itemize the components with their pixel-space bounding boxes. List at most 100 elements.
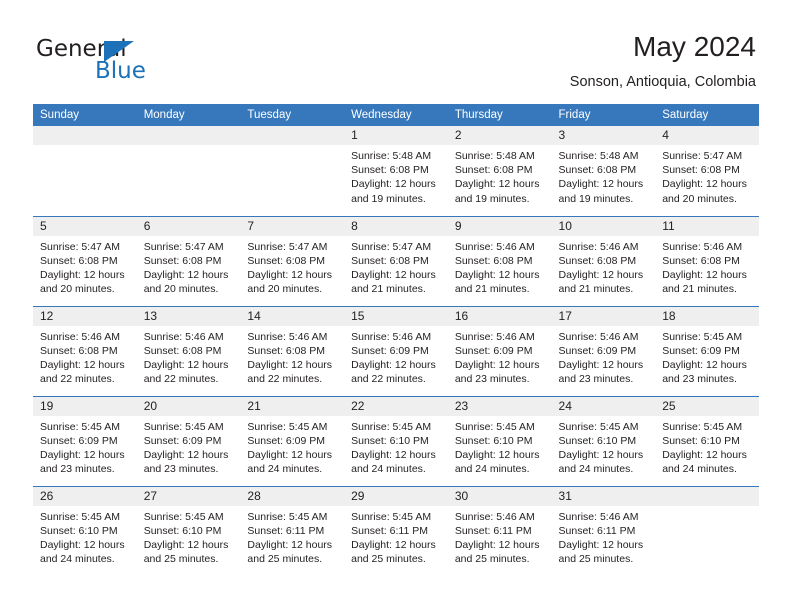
daylight-duration: Daylight: 12 hours: [143, 448, 229, 461]
weekday-header-monday: Monday: [136, 104, 241, 126]
calendar-day-cell[interactable]: 14 Sunrise: 5:46 AM Sunset: 6:08 PM Dayligh…: [240, 305, 345, 396]
daylight-duration-cont: and 24 minutes.: [351, 463, 426, 476]
daylight-duration-cont: and 21 minutes.: [454, 283, 530, 296]
daylight-duration: Daylight: 12 hours: [143, 538, 229, 551]
daylight-duration-cont: and 19 minutes.: [558, 192, 634, 205]
calendar-day-cell[interactable]: 9 Sunrise: 5:46 AM Sunset: 6:08 PM Daylight…: [447, 215, 552, 306]
day-number: 30: [447, 486, 552, 506]
calendar-day-cell[interactable]: 19 Sunrise: 5:45 AM Sunset: 6:09 PM Dayligh…: [33, 395, 137, 486]
sunrise-time: Sunrise: 5:45 AM: [247, 510, 328, 523]
calendar-day-cell[interactable]: 8 Sunrise: 5:47 AM Sunset: 6:08 PM Daylight…: [344, 215, 448, 306]
calendar-day-cell[interactable]: 22 Sunrise: 5:45 AM Sunset: 6:10 PM Dayligh…: [344, 395, 448, 486]
daylight-duration: Daylight: 12 hours: [558, 268, 644, 281]
calendar-week-row: 19 Sunrise: 5:45 AM Sunset: 6:09 PM Dayligh…: [33, 395, 759, 486]
general-blue-logo[interactable]: General Blue: [36, 36, 166, 86]
day-sun-info: Sunrise: 5:45 AM Sunset: 6:11 PM Daylight:…: [240, 506, 344, 567]
day-sun-info: Sunrise: 5:46 AM Sunset: 6:08 PM Daylight:…: [137, 326, 241, 387]
day-number: 23: [447, 396, 552, 416]
calendar-day-cell[interactable]: 24 Sunrise: 5:45 AM Sunset: 6:10 PM Dayligh…: [551, 395, 656, 486]
calendar-day-cell[interactable]: 11 Sunrise: 5:46 AM Sunset: 6:08 PM Dayligh…: [655, 215, 759, 306]
daylight-duration: Daylight: 12 hours: [351, 358, 436, 371]
calendar-day-cell[interactable]: 5 Sunrise: 5:47 AM Sunset: 6:08 PM Daylight…: [33, 215, 137, 306]
sunset-time: Sunset: 6:11 PM: [247, 524, 325, 537]
day-number: 20: [136, 396, 241, 416]
calendar-day-cell-empty: [240, 126, 345, 216]
location-subtitle: Sonson, Antioquia, Colombia: [569, 74, 756, 90]
sunrise-time: Sunrise: 5:47 AM: [247, 240, 328, 253]
sunset-time: Sunset: 6:09 PM: [40, 434, 118, 447]
calendar-day-cell[interactable]: 12 Sunrise: 5:46 AM Sunset: 6:08 PM Dayligh…: [33, 305, 137, 396]
sunrise-time: Sunrise: 5:47 AM: [40, 240, 120, 253]
daylight-duration-cont: and 25 minutes.: [558, 553, 634, 566]
sunset-time: Sunset: 6:08 PM: [662, 164, 740, 177]
day-sun-info: [240, 145, 344, 149]
day-sun-info: [33, 145, 137, 149]
calendar-day-cell[interactable]: 25 Sunrise: 5:45 AM Sunset: 6:10 PM Dayligh…: [655, 395, 759, 486]
day-number: [240, 126, 345, 145]
day-number: 2: [447, 126, 552, 145]
daylight-duration-cont: and 23 minutes.: [40, 463, 115, 476]
sunrise-time: Sunrise: 5:45 AM: [558, 420, 639, 433]
daylight-duration: Daylight: 12 hours: [351, 448, 436, 461]
daylight-duration: Daylight: 12 hours: [247, 448, 333, 461]
day-number: 24: [551, 396, 656, 416]
sunset-time: Sunset: 6:08 PM: [558, 164, 637, 177]
calendar-day-cell[interactable]: 15 Sunrise: 5:46 AM Sunset: 6:09 PM Dayligh…: [344, 305, 448, 396]
daylight-duration-cont: and 20 minutes.: [247, 283, 323, 296]
calendar-day-cell[interactable]: 29 Sunrise: 5:45 AM Sunset: 6:11 PM Dayligh…: [344, 485, 448, 576]
sunset-time: Sunset: 6:11 PM: [558, 524, 636, 537]
weekday-header-thursday: Thursday: [447, 104, 552, 126]
calendar-day-cell[interactable]: 2 Sunrise: 5:48 AM Sunset: 6:08 PM Daylight…: [447, 126, 552, 216]
sunset-time: Sunset: 6:08 PM: [351, 164, 429, 177]
sunrise-time: Sunrise: 5:45 AM: [351, 510, 432, 523]
day-number: 22: [344, 396, 448, 416]
daylight-duration: Daylight: 12 hours: [662, 448, 747, 461]
calendar-day-cell[interactable]: 10 Sunrise: 5:46 AM Sunset: 6:08 PM Dayligh…: [551, 215, 656, 306]
calendar-day-cell[interactable]: 27 Sunrise: 5:45 AM Sunset: 6:10 PM Dayligh…: [136, 485, 241, 576]
calendar-day-cell[interactable]: 13 Sunrise: 5:46 AM Sunset: 6:08 PM Dayligh…: [136, 305, 241, 396]
calendar-day-cell[interactable]: 28 Sunrise: 5:45 AM Sunset: 6:11 PM Dayligh…: [240, 485, 345, 576]
calendar-day-cell[interactable]: 6 Sunrise: 5:47 AM Sunset: 6:08 PM Daylight…: [136, 215, 241, 306]
calendar-day-cell[interactable]: 23 Sunrise: 5:45 AM Sunset: 6:10 PM Dayligh…: [447, 395, 552, 486]
sunrise-time: Sunrise: 5:48 AM: [351, 150, 432, 162]
calendar-day-cell[interactable]: 3 Sunrise: 5:48 AM Sunset: 6:08 PM Daylight…: [551, 126, 656, 216]
sunset-time: Sunset: 6:08 PM: [454, 164, 533, 177]
day-number: 12: [33, 306, 137, 326]
sunrise-time: Sunrise: 5:45 AM: [40, 420, 120, 433]
daylight-duration-cont: and 23 minutes.: [454, 373, 530, 386]
calendar-day-cell[interactable]: 4 Sunrise: 5:47 AM Sunset: 6:08 PM Daylight…: [655, 126, 759, 216]
calendar-day-cell[interactable]: 26 Sunrise: 5:45 AM Sunset: 6:10 PM Dayligh…: [33, 485, 137, 576]
calendar-day-cell[interactable]: 17 Sunrise: 5:46 AM Sunset: 6:09 PM Dayligh…: [551, 305, 656, 396]
daylight-duration: Daylight: 12 hours: [662, 268, 747, 281]
calendar-day-cell[interactable]: 18 Sunrise: 5:45 AM Sunset: 6:09 PM Dayligh…: [655, 305, 759, 396]
sunrise-time: Sunrise: 5:47 AM: [662, 150, 743, 162]
sunset-time: Sunset: 6:09 PM: [351, 344, 429, 357]
day-sun-info: Sunrise: 5:46 AM Sunset: 6:11 PM Daylight:…: [448, 506, 552, 567]
sunrise-time: Sunrise: 5:45 AM: [247, 420, 328, 433]
calendar-day-cell[interactable]: 1 Sunrise: 5:48 AM Sunset: 6:08 PM Daylight…: [344, 126, 448, 216]
day-sun-info: Sunrise: 5:45 AM Sunset: 6:09 PM Daylight:…: [137, 416, 241, 477]
sunset-time: Sunset: 6:08 PM: [143, 254, 222, 267]
daylight-duration-cont: and 25 minutes.: [351, 553, 426, 566]
daylight-duration: Daylight: 12 hours: [351, 268, 436, 281]
page-header: General Blue May 2024 Sonson, Antioquia,…: [0, 0, 792, 103]
calendar-day-cell[interactable]: 31 Sunrise: 5:46 AM Sunset: 6:11 PM Dayligh…: [551, 485, 656, 576]
daylight-duration-cont: and 21 minutes.: [662, 283, 737, 296]
sunrise-time: Sunrise: 5:45 AM: [454, 420, 535, 433]
day-sun-info: Sunrise: 5:46 AM Sunset: 6:08 PM Daylight:…: [655, 236, 759, 297]
calendar-day-cell[interactable]: 20 Sunrise: 5:45 AM Sunset: 6:09 PM Dayligh…: [136, 395, 241, 486]
calendar-day-cell[interactable]: 7 Sunrise: 5:47 AM Sunset: 6:08 PM Daylight…: [240, 215, 345, 306]
daylight-duration-cont: and 23 minutes.: [662, 373, 737, 386]
day-number: 4: [655, 126, 759, 145]
daylight-duration-cont: and 24 minutes.: [662, 463, 737, 476]
calendar-day-cell[interactable]: 30 Sunrise: 5:46 AM Sunset: 6:11 PM Dayligh…: [447, 485, 552, 576]
calendar-day-cell[interactable]: 16 Sunrise: 5:46 AM Sunset: 6:09 PM Dayligh…: [447, 305, 552, 396]
sunset-time: Sunset: 6:08 PM: [143, 344, 222, 357]
day-sun-info: Sunrise: 5:45 AM Sunset: 6:11 PM Daylight:…: [344, 506, 448, 567]
day-number: 10: [551, 216, 656, 236]
day-number: 31: [551, 486, 656, 506]
day-sun-info: Sunrise: 5:45 AM Sunset: 6:10 PM Daylight:…: [344, 416, 448, 477]
day-number: 13: [136, 306, 241, 326]
calendar-day-cell[interactable]: 21 Sunrise: 5:45 AM Sunset: 6:09 PM Dayligh…: [240, 395, 345, 486]
day-number: 27: [136, 486, 241, 506]
